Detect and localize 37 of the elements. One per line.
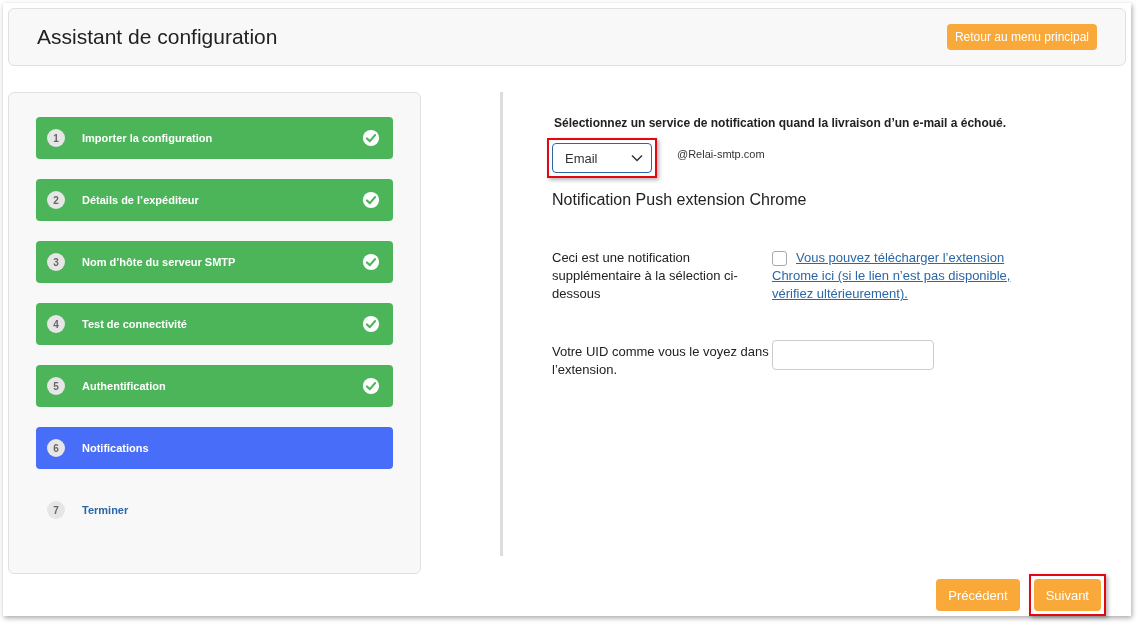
uid-input[interactable]: [772, 340, 934, 370]
check-circle-icon: [362, 377, 380, 395]
step-item[interactable]: 6 Notifications: [36, 427, 393, 469]
step-label: Importer la configuration: [82, 132, 214, 144]
step-number: 3: [47, 253, 65, 271]
step-number: 6: [47, 439, 65, 457]
check-circle-icon: [362, 253, 380, 271]
check-circle-icon: [362, 315, 380, 333]
step-label: Terminer: [82, 504, 130, 516]
check-circle-icon: [362, 191, 380, 209]
service-select[interactable]: Email: [552, 143, 652, 173]
step-number: 1: [47, 129, 65, 147]
step-label: Détails de l’expéditeur: [82, 194, 200, 206]
step-item[interactable]: 2 Détails de l’expéditeur: [36, 179, 393, 221]
page-title: Assistant de configuration: [37, 25, 278, 49]
extension-download-link[interactable]: Vous pouvez télécharger l’extension Chrome ici (si le lien n’est pas disponible, vérifiez ultérieurement).: [772, 249, 1034, 303]
step-label: Test de connectivité: [82, 318, 188, 330]
field-label: Votre UID comme vous le voyez dans l’extension.: [552, 343, 770, 379]
step-item[interactable]: 1 Importer la configuration: [36, 117, 393, 159]
step-number: 7: [47, 501, 65, 519]
check-circle-icon: [362, 129, 380, 147]
step-item[interactable]: 4 Test de connectivité: [36, 303, 393, 345]
step-number: 5: [47, 377, 65, 395]
checkbox[interactable]: [772, 251, 787, 266]
step-item[interactable]: 7 Terminer: [36, 489, 393, 531]
step-label: Nom d’hôte du serveur SMTP: [82, 256, 237, 268]
section-title: Notification Push extension Chrome: [552, 191, 808, 209]
step-label: Notifications: [82, 442, 150, 454]
field-label: Ceci est une notification supplémentaire à la sélection ci-dessous: [552, 249, 739, 303]
sender-domain: @Relai-smtp.com: [677, 148, 765, 160]
step-item[interactable]: 5 Authentification: [36, 365, 393, 407]
step-label: Authentification: [82, 380, 167, 392]
step-number: 2: [47, 191, 65, 209]
chevron-down-icon: [631, 154, 643, 162]
prompt-text: Sélectionnez un service de notification quand la livraison d’un e-mail a échoué.: [554, 116, 1008, 130]
step-item[interactable]: 3 Nom d’hôte du serveur SMTP: [36, 241, 393, 283]
step-number: 4: [47, 315, 65, 333]
